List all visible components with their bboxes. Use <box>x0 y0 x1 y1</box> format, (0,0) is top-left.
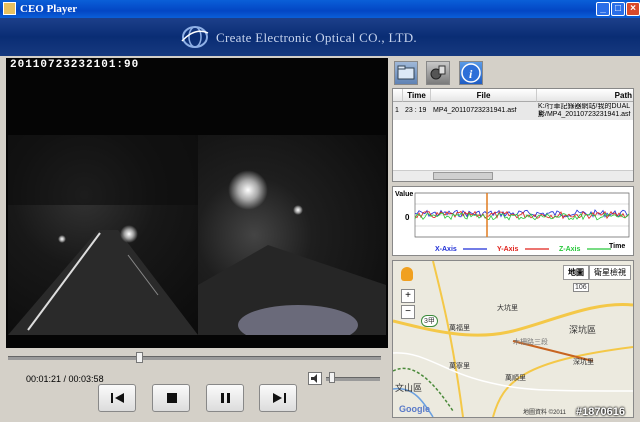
stop-button[interactable] <box>152 384 190 412</box>
folder-icon <box>397 65 415 80</box>
column-header-path[interactable]: Path <box>537 89 633 102</box>
time-readout: 00:01:21 / 00:03:58 <box>26 374 104 384</box>
graph-zero-label: 0 <box>405 213 410 222</box>
settings-button[interactable] <box>426 61 450 85</box>
place-label: 深坑里 <box>573 359 594 366</box>
sensor-graph: Value 0 Time X-Axis Y-Axis Z-Axis <box>392 186 634 256</box>
tools-icon <box>430 65 446 80</box>
legend-label-2: Z-Axis <box>559 246 581 253</box>
next-button[interactable] <box>259 384 297 412</box>
minimize-button[interactable]: _ <box>596 2 610 16</box>
rear-camera-frame <box>198 135 386 335</box>
info-icon: i <box>461 63 481 83</box>
stop-icon <box>167 393 177 403</box>
row-time: 23 : 19 <box>405 107 427 114</box>
skip-next-icon <box>273 393 286 403</box>
light-glow <box>228 170 268 210</box>
close-button[interactable]: × <box>626 2 640 16</box>
district-label: 深坑區 <box>569 325 597 335</box>
place-label: 萬福里 <box>449 325 470 332</box>
place-label: 萬順里 <box>505 375 526 382</box>
light-glow <box>293 205 303 215</box>
company-name: Create Electronic Optical CO., LTD. <box>216 30 417 45</box>
zoom-in-button[interactable]: + <box>401 289 415 303</box>
pause-button[interactable] <box>206 384 244 412</box>
skip-previous-icon <box>111 393 124 403</box>
row-index: 1 <box>395 107 399 114</box>
zoom-out-button[interactable]: − <box>401 305 415 319</box>
volume-thumb[interactable] <box>328 372 335 383</box>
video-display[interactable]: 20110723232101:90 <box>6 58 388 348</box>
legend-label-0: X-Axis <box>435 246 457 253</box>
road-shield: 3甲 <box>421 315 438 327</box>
graph-time-label: Time <box>609 243 625 250</box>
light-glow <box>58 235 66 243</box>
app-icon <box>3 2 16 15</box>
district-label: 文山區 <box>395 383 423 393</box>
map-tab-satellite[interactable]: 衛星檢視 <box>589 265 631 280</box>
video-timestamp: 20110723232101:90 <box>10 59 140 71</box>
row-file: MP4_20110723231941.asf <box>433 107 517 114</box>
column-header-time[interactable]: Time <box>403 89 431 102</box>
seek-thumb[interactable] <box>135 352 143 363</box>
graph-y-label: Value <box>395 191 413 198</box>
pause-icon <box>221 393 230 403</box>
maximize-button[interactable]: □ <box>611 2 625 16</box>
volume-icon[interactable] <box>308 372 322 385</box>
column-header-file[interactable]: File <box>431 89 537 102</box>
previous-button[interactable] <box>98 384 136 412</box>
place-label: 大坑里 <box>497 305 518 312</box>
place-label: 萬寧里 <box>449 363 470 370</box>
scrollbar-thumb[interactable] <box>433 172 493 180</box>
street-view-pegman-icon[interactable] <box>401 267 413 281</box>
header-banner: Create Electronic Optical CO., LTD. <box>0 18 640 56</box>
map-copyright: 地圖資料 ©2011 <box>523 410 566 416</box>
company-logo-icon <box>181 26 209 48</box>
legend-label-1: Y-Axis <box>497 246 519 253</box>
seek-track[interactable] <box>8 356 381 360</box>
road-shield: 106 <box>573 283 589 292</box>
info-button[interactable]: i <box>459 61 483 85</box>
watermark-text: #1870616 <box>576 406 625 418</box>
place-label: 木柵路三段 <box>513 339 548 346</box>
map-tab-map[interactable]: 地圖 <box>563 265 589 280</box>
file-table[interactable]: Time File Path 1 23 : 19 MP4_20110723231… <box>392 88 634 182</box>
sensor-graph-plot: Value 0 Time X-Axis Y-Axis Z-Axis <box>395 191 630 253</box>
horizontal-scrollbar[interactable] <box>393 170 633 181</box>
map-view[interactable]: + − 地圖 衛星檢視 深坑區 文山區 106 3甲 大坑里 萬福里 萬寧里 萬… <box>392 260 634 418</box>
front-camera-frame <box>8 135 198 335</box>
light-glow <box>120 225 138 243</box>
open-folder-button[interactable] <box>394 61 418 85</box>
row-header-corner <box>393 89 403 102</box>
title-bar: CEO Player _ □ × <box>0 0 640 18</box>
google-logo: Google <box>399 404 430 414</box>
row-path-line2: 片/MP4_20110723231941.asf <box>538 111 631 118</box>
window-title: CEO Player <box>20 3 78 15</box>
